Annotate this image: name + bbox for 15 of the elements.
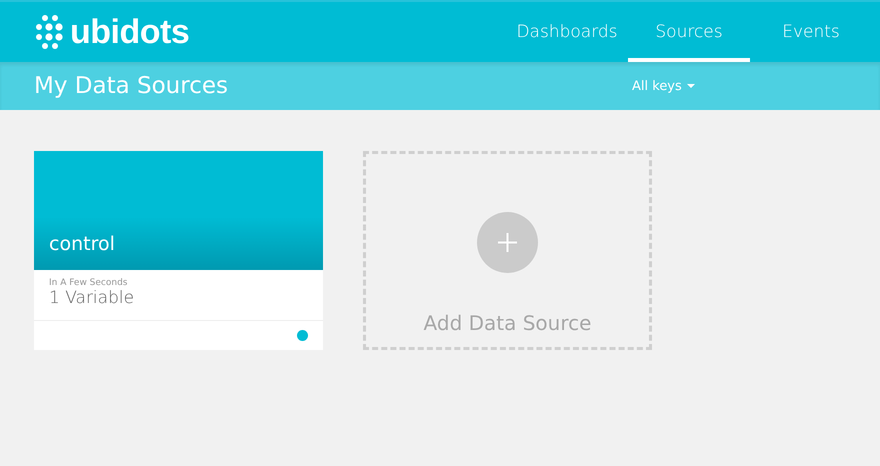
nav-tab[interactable]: Dashboards <box>506 2 628 62</box>
status-dot-icon <box>297 330 308 341</box>
caret-icon <box>686 84 695 88</box>
logo-text: ubidots <box>70 12 190 52</box>
variable-count: 1 Variable <box>49 288 134 308</box>
add-source-card[interactable]: Add Data Source <box>363 151 652 350</box>
add-source-label: Add Data Source <box>424 311 592 335</box>
last-activity: In A Few Seconds <box>49 278 128 288</box>
source-card[interactable]: control In A Few Seconds 1 Variable <box>34 151 323 350</box>
plus-icon <box>477 212 538 273</box>
nav-tab[interactable]: Events <box>750 2 872 62</box>
keys-dropdown[interactable]: All keys <box>632 78 695 94</box>
page-title: My Data Sources <box>34 73 229 99</box>
source-name: control <box>49 233 115 255</box>
logo-icon <box>34 14 64 50</box>
